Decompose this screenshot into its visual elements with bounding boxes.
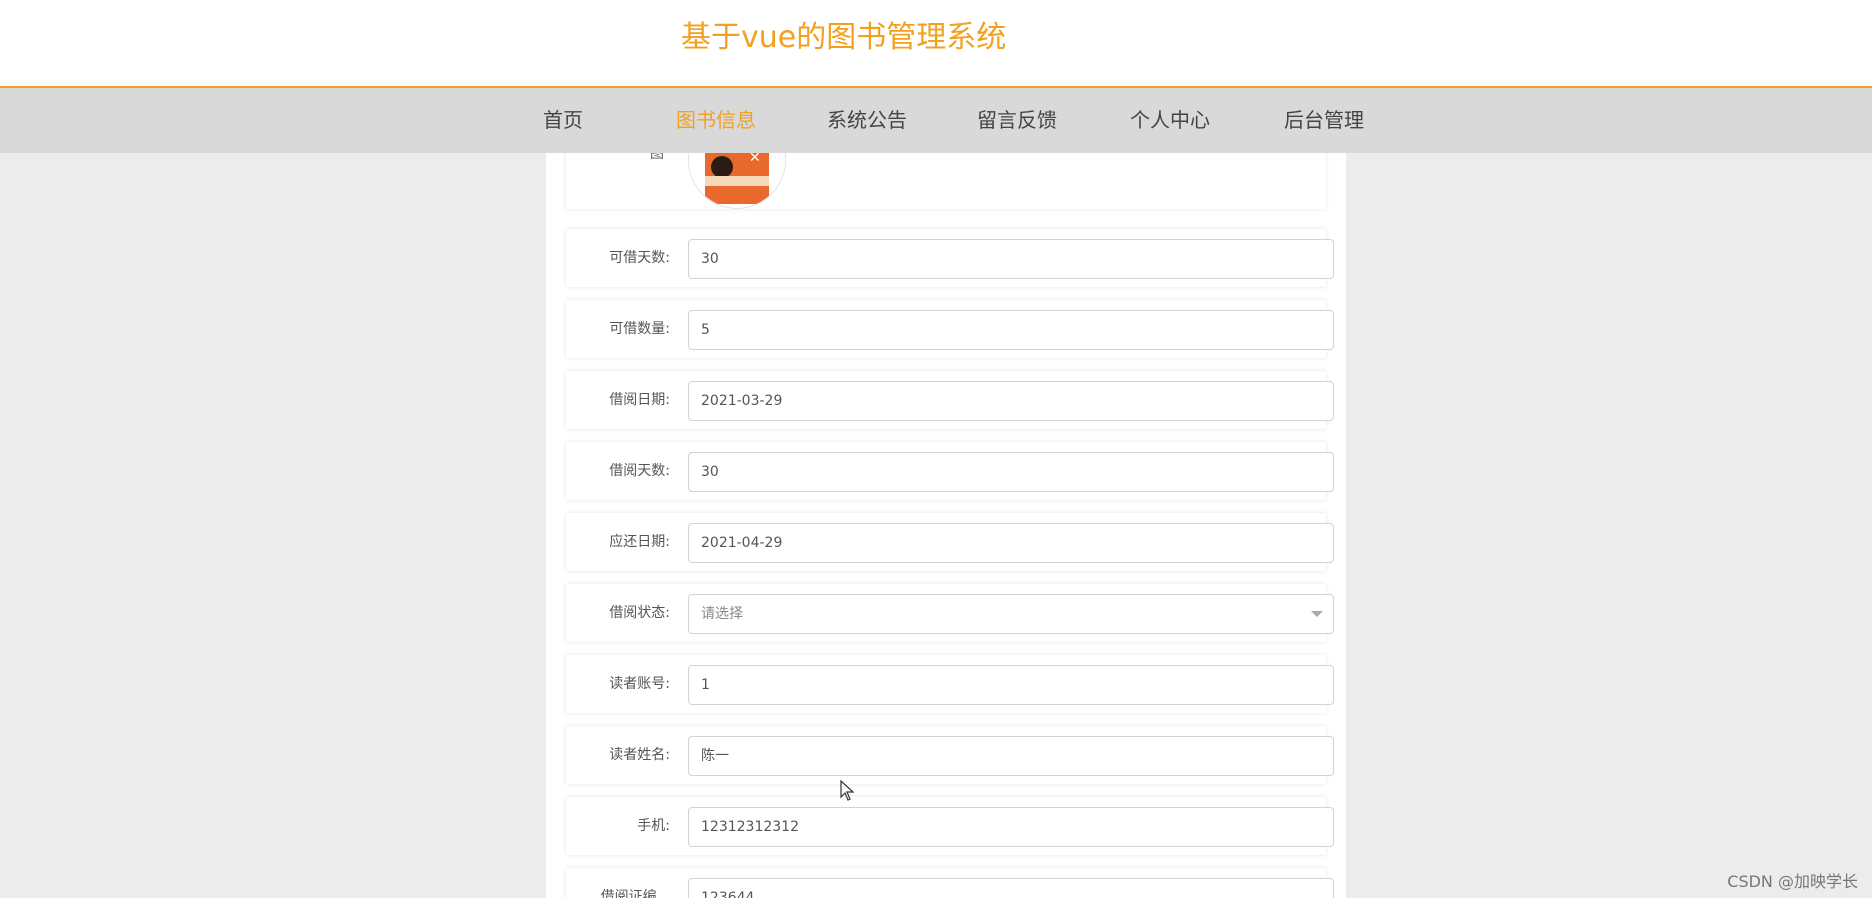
borrow-form-card: 图片 ✕ 可借天数: 30 可借数量: 5 借阅日期: 2021-03-29 借…: [546, 153, 1346, 898]
library-card-number-input[interactable]: 123644: [688, 878, 1334, 898]
due-date-input[interactable]: 2021-04-29: [688, 523, 1334, 563]
form-row-library-card-number: 借阅证编... 123644: [566, 868, 1334, 898]
field-label: 借阅天数:: [609, 463, 670, 479]
reader-account-input[interactable]: 1: [688, 665, 1334, 705]
select-placeholder: 请选择: [701, 606, 743, 622]
form-row-image: 图片 ✕: [566, 153, 1326, 209]
field-label: 借阅证编...: [600, 889, 670, 898]
field-label: 应还日期:: [609, 534, 670, 550]
nav-item-home[interactable]: 首页: [543, 88, 583, 153]
field-label: 借阅日期:: [609, 392, 670, 408]
site-header: 基于vue的图书管理系统: [0, 0, 1872, 88]
form-row-borrowable-quantity: 可借数量: 5: [566, 300, 1334, 358]
field-label: 可借天数:: [609, 250, 670, 266]
borrowable-quantity-input[interactable]: 5: [688, 310, 1334, 350]
phone-input[interactable]: 12312312312: [688, 807, 1334, 847]
nav-item-admin[interactable]: 后台管理: [1284, 88, 1364, 153]
book-cover-mark-icon: ✕: [749, 153, 761, 166]
form-row-borrow-date: 借阅日期: 2021-03-29: [566, 371, 1334, 429]
borrow-date-input[interactable]: 2021-03-29: [688, 381, 1334, 421]
form-row-phone: 手机: 12312312312: [566, 797, 1334, 855]
nav-item-announcements[interactable]: 系统公告: [827, 88, 907, 153]
book-cover-strip: [705, 176, 769, 186]
book-cover-image[interactable]: ✕: [688, 153, 786, 209]
borrow-status-select[interactable]: 请选择: [688, 594, 1334, 634]
site-title: 基于vue的图书管理系统: [681, 20, 1007, 55]
mouse-cursor-icon: [840, 780, 855, 801]
nav-item-book-info[interactable]: 图书信息: [676, 88, 756, 153]
nav-item-feedback[interactable]: 留言反馈: [977, 88, 1057, 153]
form-row-reader-account: 读者账号: 1: [566, 655, 1334, 713]
field-label: 可借数量:: [609, 321, 670, 337]
book-cover-emblem: [711, 156, 733, 178]
form-row-due-date: 应还日期: 2021-04-29: [566, 513, 1334, 571]
main-nav: 首页 图书信息 系统公告 留言反馈 个人中心 后台管理: [0, 88, 1872, 153]
image-field-label: 图片: [650, 153, 664, 161]
form-row-borrow-status: 借阅状态: 请选择: [566, 584, 1334, 642]
borrowable-days-input[interactable]: 30: [688, 239, 1334, 279]
borrow-days-input[interactable]: 30: [688, 452, 1334, 492]
field-label: 读者账号:: [609, 676, 670, 692]
watermark: CSDN @加映学长: [1727, 872, 1858, 891]
field-label: 手机:: [637, 818, 670, 834]
form-row-borrow-days: 借阅天数: 30: [566, 442, 1334, 500]
form-row-reader-name: 读者姓名: 陈一: [566, 726, 1334, 784]
nav-item-personal-center[interactable]: 个人中心: [1130, 88, 1210, 153]
form-row-borrowable-days: 可借天数: 30: [566, 229, 1334, 287]
chevron-down-icon: [1311, 611, 1323, 617]
field-label: 借阅状态:: [609, 605, 670, 621]
reader-name-input[interactable]: 陈一: [688, 736, 1334, 776]
field-label: 读者姓名:: [609, 747, 670, 763]
